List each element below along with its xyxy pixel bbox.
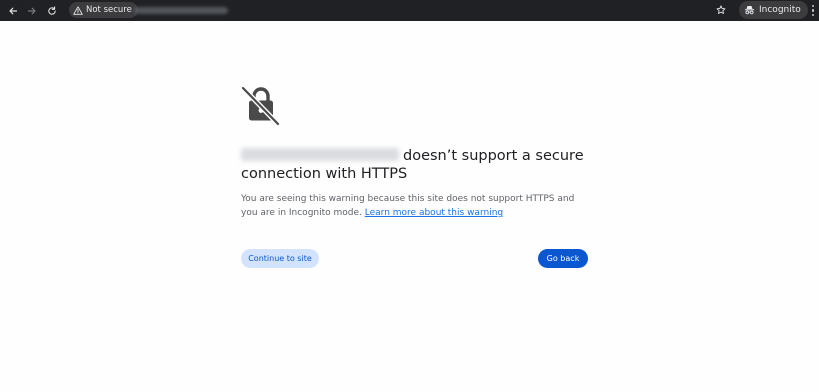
- continue-to-site-button[interactable]: Continue to site: [241, 249, 319, 268]
- star-icon: [716, 5, 726, 14]
- arrow-right-icon: [27, 7, 36, 14]
- back-button[interactable]: [4, 2, 21, 19]
- forward-button[interactable]: [23, 2, 40, 19]
- warning-description: You are seeing this warning because this…: [241, 192, 591, 220]
- domain-redacted: [241, 148, 399, 161]
- learn-more-link[interactable]: Learn more about this warning: [365, 208, 503, 218]
- kebab-menu-icon[interactable]: [808, 3, 818, 18]
- go-back-button[interactable]: Go back: [538, 249, 588, 268]
- browser-toolbar: Not secure Incognito: [0, 0, 819, 21]
- bookmark-button[interactable]: [713, 2, 729, 18]
- interstitial-page: doesn’t support a secure connection with…: [0, 21, 819, 392]
- url-text-redacted[interactable]: [134, 7, 228, 14]
- incognito-chip[interactable]: Incognito: [739, 1, 808, 19]
- page-title: doesn’t support a secure connection with…: [241, 147, 601, 183]
- security-chip-label: Not secure: [86, 5, 132, 15]
- warning-icon: [73, 5, 83, 15]
- arrow-left-icon: [8, 7, 17, 14]
- incognito-icon: [744, 6, 755, 15]
- no-encryption-lock-icon: [240, 85, 281, 126]
- incognito-label: Incognito: [759, 5, 801, 15]
- security-chip[interactable]: Not secure: [69, 2, 138, 18]
- reload-button[interactable]: [43, 2, 60, 19]
- reload-icon: [47, 5, 56, 15]
